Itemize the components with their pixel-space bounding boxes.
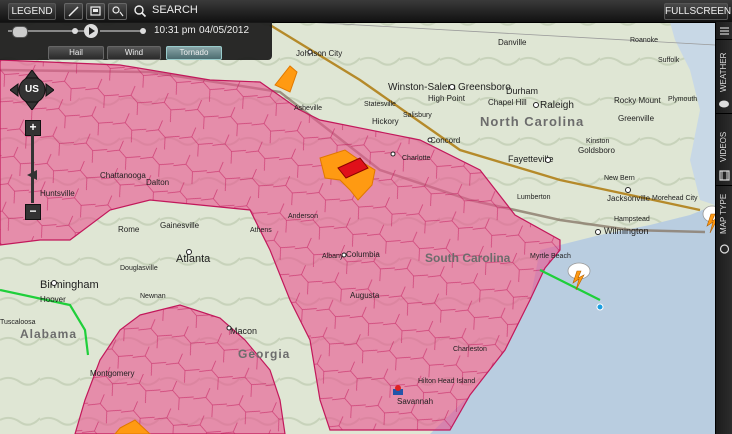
zoom-out-button[interactable]: − [25,204,41,220]
city-label: Chapel Hill [488,98,527,107]
film-icon [719,170,730,181]
city-label: Montgomery [90,369,134,378]
tab-weather-label: WEATHER [719,52,728,92]
location-tool-button[interactable] [108,3,127,20]
city-label: Birmingham [40,279,99,291]
tab-map-type[interactable]: MAP TYPE [716,186,732,266]
play-button[interactable] [84,24,98,38]
city-label: Lumberton [517,194,551,201]
city-label: Augusta [350,291,380,300]
tab-videos-label: VIDEOS [719,131,728,162]
filter-wind-button[interactable]: Wind [107,46,161,60]
city-label: Durham [506,86,538,96]
tab-videos[interactable]: VIDEOS [716,114,732,184]
pencil-icon [68,6,79,17]
city-label: Roanoke [630,37,658,44]
city-label: Danville [498,38,527,47]
weather-map[interactable]: North Carolina South Carolina Georgia Al… [0,0,732,434]
zoom-track[interactable] [31,135,34,203]
city-label: Newnan [140,293,166,300]
city-label: Myrtle Beach [530,253,571,260]
city-label: Goldsboro [578,146,615,155]
city-label: Charleston [453,346,487,353]
window-icon [90,6,101,16]
zoom-control: + − [25,120,41,220]
legend-button[interactable]: LEGEND [8,3,56,20]
city-label: Douglasville [120,265,158,272]
search-icon [134,5,147,18]
layers-tool-button[interactable] [86,3,105,20]
city-label: Hickory [372,117,399,126]
city-label: Savannah [397,397,433,406]
filter-hail-button[interactable]: Hail [48,46,104,60]
city-label: Charlotte [402,155,431,162]
city-label: Statesville [364,101,396,108]
speed-slider-end-dot[interactable] [140,28,146,34]
city-label: Suffolk [658,57,680,64]
state-label-ga: Georgia [238,347,290,361]
city-label: Plymouth [668,96,697,103]
top-toolbar: LEGEND SEARCH FULLSCREEN [0,0,732,23]
search-label: SEARCH [152,4,198,16]
location-pin-icon [112,6,124,17]
city-label: Jacksonville [607,194,651,203]
play-icon [89,27,95,35]
time-slider-end-dot[interactable] [72,28,78,34]
city-label: High Point [428,94,466,103]
pan-control[interactable]: US [9,69,55,111]
tab-map-type-label: MAP TYPE [719,193,728,234]
city-label: Rocky Mount [614,96,661,105]
city-label: Greenville [618,114,655,123]
date-readout: 04/05/2012 [199,25,250,36]
city-label: Tuscaloosa [0,319,36,326]
region-label: US [25,84,39,95]
city-label: Hilton Head Island [418,378,475,385]
city-label: Athens [250,227,272,234]
time-readout: 10:31 pm [154,25,196,36]
city-label: Dalton [146,178,169,187]
cloud-icon [719,100,729,108]
state-label-al: Alabama [20,327,77,341]
city-label: Rome [118,225,140,234]
city-label: New Bern [604,175,635,182]
filter-tornado-button[interactable]: Tornado [166,46,222,60]
time-panel: 10:31 pm 04/05/2012 Hail Wind Tornado [0,22,272,60]
globe-icon [719,244,730,254]
state-label-sc: South Carolina [425,251,511,265]
fullscreen-button[interactable]: FULLSCREEN [664,3,731,20]
city-label: Morehead City [652,195,698,202]
city-label: Huntsville [40,189,75,198]
city-label: Winston-Salem [388,82,456,93]
city-label: Asheville [294,105,322,112]
draw-tool-button[interactable] [64,3,83,20]
city-label: Hampstead [614,216,650,223]
search-button[interactable]: SEARCH [131,3,259,18]
city-label: Greensboro [458,82,511,93]
state-label-nc: North Carolina [480,114,584,129]
time-slider-handle[interactable] [12,26,28,38]
city-label: Raleigh [540,100,574,111]
city-label: Columbia [346,250,380,259]
city-label: Hoover [40,295,66,304]
city-label: Wilmington [604,226,649,236]
city-label: Gainesville [160,221,200,230]
menu-icon[interactable] [716,24,732,38]
city-label: Anderson [288,213,318,220]
city-label: Kinston [586,138,609,145]
zoom-in-button[interactable]: + [25,120,41,136]
city-label: Macon [230,326,257,336]
storm-marker[interactable] [596,303,604,311]
tab-weather[interactable]: WEATHER [716,40,732,112]
speed-slider-track[interactable] [100,30,144,32]
city-label: Concord [430,136,460,145]
city-label: Albany [322,253,344,260]
side-panel: WEATHER VIDEOS MAP TYPE [715,22,732,434]
city-label: Chattanooga [100,171,146,180]
city-label: Salisbury [403,112,432,119]
city-label: Atlanta [176,253,211,265]
city-label: Johnson City [296,49,342,58]
